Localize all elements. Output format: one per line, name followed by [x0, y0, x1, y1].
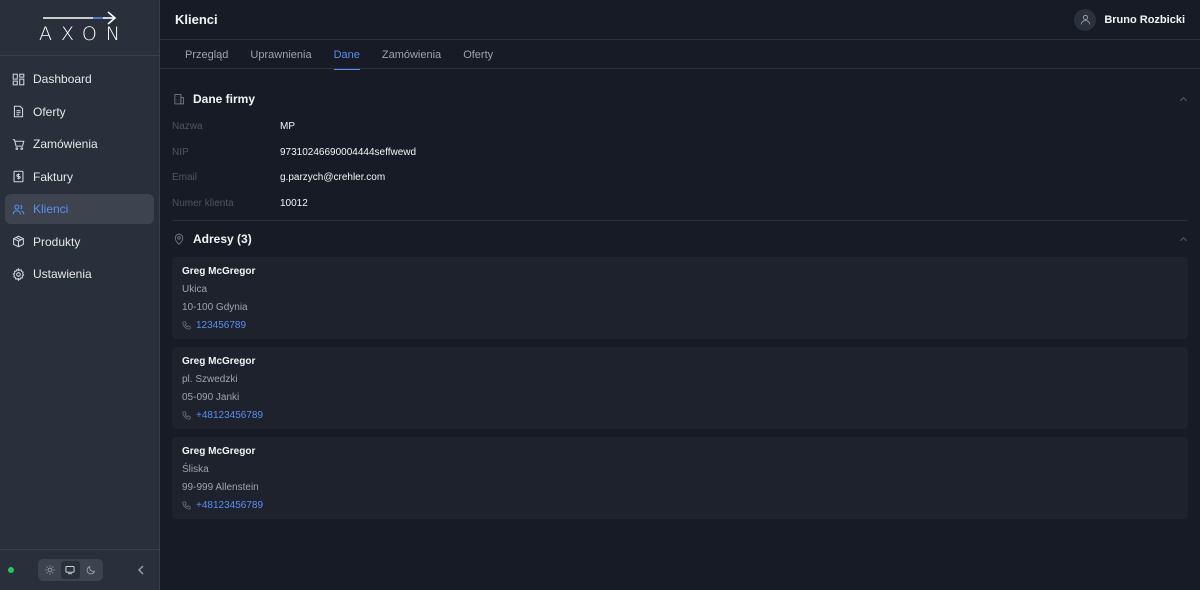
page-title: Klienci [175, 12, 218, 27]
company-section-header[interactable]: Dane firmy [172, 88, 1188, 110]
address-street: Ukica [182, 284, 208, 296]
app: AXON Dashboard Oferty Zamówienia Faktury… [0, 0, 1200, 590]
field-label: NIP [172, 146, 189, 158]
tabs: Przegląd Uprawnienia Dane Zamówienia Ofe… [160, 40, 1200, 70]
main-content: Klienci Bruno Rozbicki Przegląd Uprawnie… [160, 0, 1200, 590]
theme-system-button[interactable] [60, 561, 80, 579]
tab-zamowienia[interactable]: Zamówienia [382, 40, 441, 69]
address-city: 10-100 Gdynia [182, 302, 248, 314]
user-name: Bruno Rozbicki [1104, 13, 1185, 26]
content: Dane firmy Nazwa MP NIP 9731024669000444… [160, 69, 1200, 527]
address-street: Śliska [182, 464, 209, 476]
building-icon [174, 94, 184, 105]
logo-text: AXON [39, 22, 129, 45]
field-row-nip: NIP 97310246690004444seffwewd [172, 140, 1188, 166]
tab-dane[interactable]: Dane [333, 40, 361, 70]
sidebar-item-dashboard[interactable]: Dashboard [5, 64, 154, 94]
field-row-name: Nazwa MP [172, 114, 1188, 140]
sidebar-item-ustawienia[interactable]: Ustawienia [5, 259, 154, 289]
logo[interactable]: AXON [0, 0, 159, 56]
user-icon [1080, 14, 1090, 25]
moon-icon [86, 565, 95, 575]
field-row-customer-number: Numer klienta 10012 [172, 191, 1188, 217]
address-card: Greg McGregor Ukica 10-100 Gdynia 123456… [172, 257, 1188, 340]
chevron-up-icon[interactable] [1179, 95, 1188, 104]
sidebar-item-klienci[interactable]: Klienci [5, 194, 154, 224]
address-list: Greg McGregor Ukica 10-100 Gdynia 123456… [172, 257, 1188, 520]
sidebar-item-faktury[interactable]: Faktury [5, 162, 154, 192]
cart-icon [12, 138, 25, 151]
status-indicator [8, 567, 14, 573]
box-icon [12, 235, 25, 248]
sidebar: AXON Dashboard Oferty Zamówienia Faktury… [0, 0, 160, 590]
phone-icon [182, 321, 191, 330]
dashboard-icon [12, 73, 25, 86]
company-section-title: Dane firmy [193, 92, 256, 106]
address-name: Greg McGregor [182, 446, 256, 458]
sidebar-item-label: Faktury [33, 169, 74, 184]
section-divider [172, 220, 1188, 222]
monitor-icon [65, 566, 75, 575]
address-street: pl. Szwedzki [182, 374, 238, 386]
tab-uprawnienia[interactable]: Uprawnienia [250, 40, 311, 69]
sidebar-item-zamowienia[interactable]: Zamówienia [5, 129, 154, 159]
field-label: Numer klienta [172, 198, 234, 210]
address-name: Greg McGregor [182, 266, 256, 278]
topbar: Klienci Bruno Rozbicki [160, 0, 1200, 40]
sidebar-footer [0, 549, 159, 590]
sidebar-nav: Dashboard Oferty Zamówienia Faktury Klie… [0, 56, 159, 300]
document-icon [12, 105, 25, 118]
sidebar-item-label: Dashboard [33, 72, 92, 86]
addresses-section-header[interactable]: Adresy (3) [172, 228, 1188, 250]
chevron-up-icon[interactable] [1179, 235, 1188, 244]
avatar[interactable] [1074, 8, 1097, 31]
field-label: Email [172, 172, 198, 184]
chevron-left-icon [138, 565, 144, 575]
field-value: 97310246690004444seffwewd [280, 146, 417, 158]
field-label: Nazwa [172, 121, 203, 133]
address-name: Greg McGregor [182, 356, 256, 368]
sun-icon [45, 565, 55, 575]
tab-oferty[interactable]: Oferty [463, 40, 493, 69]
field-value: g.parzych@crehler.com [280, 172, 386, 184]
phone-link[interactable]: +48123456789 [196, 500, 263, 511]
address-city: 99-999 Allenstein [182, 482, 259, 494]
sidebar-item-oferty[interactable]: Oferty [5, 97, 154, 127]
theme-switch [38, 559, 103, 581]
phone-link[interactable]: +48123456789 [196, 410, 263, 421]
field-value: MP [280, 121, 295, 133]
collapse-sidebar-button[interactable] [135, 564, 147, 576]
sidebar-item-label: Oferty [33, 104, 66, 119]
address-phone[interactable]: 123456789 [182, 320, 1178, 331]
sidebar-item-label: Klienci [33, 202, 69, 216]
address-card: Greg McGregor pl. Szwedzki 05-090 Janki … [172, 347, 1188, 430]
addresses-section-title-wrap: Adresy (3) [173, 232, 252, 246]
theme-light-button[interactable] [41, 561, 60, 579]
field-value: 10012 [280, 198, 308, 210]
addresses-section-title: Adresy (3) [193, 232, 252, 247]
sidebar-item-label: Produkty [33, 234, 81, 249]
sidebar-item-label: Zamówienia [33, 137, 98, 151]
invoice-icon [12, 170, 25, 183]
phone-icon [182, 411, 191, 420]
company-section-title-wrap: Dane firmy [173, 92, 255, 106]
phone-icon [182, 501, 191, 510]
company-fields: Nazwa MP NIP 97310246690004444seffwewd E… [172, 114, 1188, 216]
phone-link[interactable]: 123456789 [196, 320, 246, 331]
sidebar-item-produkty[interactable]: Produkty [5, 227, 154, 257]
field-row-email: Email g.parzych@crehler.com [172, 165, 1188, 191]
map-pin-icon [174, 234, 184, 246]
address-card: Greg McGregor Śliska 99-999 Allenstein +… [172, 437, 1188, 520]
user-menu[interactable]: Bruno Rozbicki [1074, 8, 1185, 31]
address-city: 05-090 Janki [182, 392, 240, 404]
gear-icon [12, 267, 25, 281]
tab-przeglad[interactable]: Przegląd [185, 40, 228, 69]
theme-dark-button[interactable] [81, 561, 100, 579]
users-icon [12, 203, 25, 216]
sidebar-item-label: Ustawienia [33, 267, 92, 281]
address-phone[interactable]: +48123456789 [182, 500, 1178, 511]
address-phone[interactable]: +48123456789 [182, 410, 1178, 421]
